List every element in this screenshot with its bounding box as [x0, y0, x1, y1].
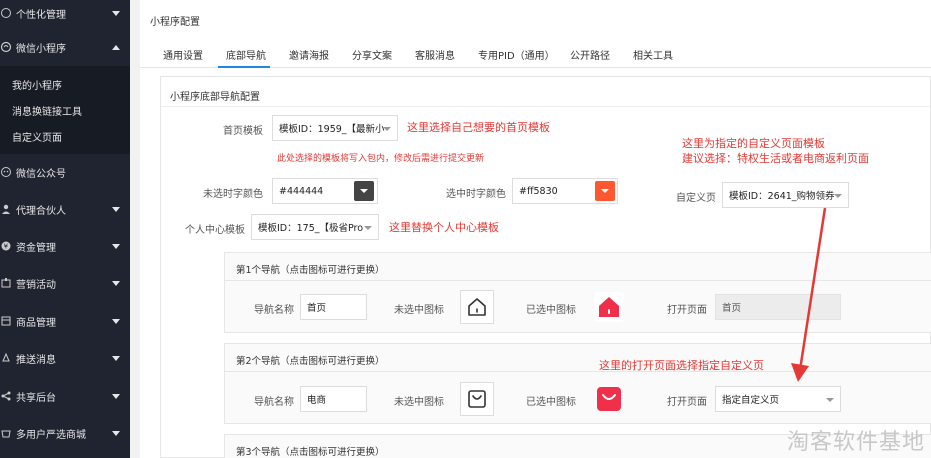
- sidebar-subitem-custom-page[interactable]: 自定义页面: [12, 129, 62, 144]
- chevron-down-icon: [112, 318, 120, 324]
- chevron-down-icon: [112, 206, 120, 212]
- sidebar-item-partner[interactable]: 代理合伙人: [0, 196, 130, 222]
- sidebar-item-label: 个性化管理: [16, 9, 66, 21]
- partner-icon: [0, 203, 12, 215]
- svg-text:¥: ¥: [4, 243, 9, 251]
- sidebar-subitem-link-tool[interactable]: 消息换链接工具: [12, 103, 82, 118]
- watermark: 淘客软件基地: [786, 430, 925, 455]
- sidebar-item-miniprogram[interactable]: 微信小程序: [0, 34, 130, 60]
- mall-icon: [0, 427, 12, 439]
- sidebar-item-label: 多用户严选商城: [16, 429, 86, 441]
- sidebar-item-label: 代理合伙人: [16, 205, 66, 217]
- sidebar-item-wechat-official[interactable]: 微信公众号: [0, 159, 130, 185]
- sidebar-item-label: 共享后台: [16, 392, 56, 404]
- chevron-down-icon: [112, 355, 120, 361]
- sidebar-item-label: 微信公众号: [16, 168, 66, 180]
- goods-icon: [0, 315, 12, 327]
- chevron-down-icon: [112, 243, 120, 249]
- main-content: 小程序配置 通用设置 底部导航 邀请海报 分享文案 客服消息 专用PID（通用）…: [140, 0, 931, 458]
- sidebar-item-personalization[interactable]: 个性化管理: [0, 0, 130, 26]
- chevron-down-icon: [112, 393, 120, 399]
- chevron-down-icon: [112, 10, 120, 16]
- sidebar-item-share[interactable]: 共享后台: [0, 383, 130, 409]
- chevron-up-icon: [112, 44, 120, 50]
- sidebar-item-mall[interactable]: 多用户严选商城: [0, 420, 130, 446]
- chevron-down-icon: [112, 430, 120, 436]
- annotation-arrow: [791, 207, 827, 382]
- sidebar-item-label: 微信小程序: [16, 43, 66, 55]
- chevron-down-icon: [112, 280, 120, 286]
- sidebar-item-money[interactable]: ¥ 资金管理: [0, 233, 130, 259]
- sidebar-item-label: 营销活动: [16, 279, 56, 291]
- sidebar-item-marketing[interactable]: 营销活动: [0, 270, 130, 296]
- sidebar-submenu: 我的小程序 消息换链接工具 自定义页面: [0, 66, 130, 154]
- sidebar-item-push[interactable]: 推送消息: [0, 345, 130, 371]
- sidebar-item-label: 推送消息: [16, 354, 56, 366]
- miniprogram-icon: [0, 41, 12, 53]
- money-icon: ¥: [0, 240, 12, 252]
- sidebar-subitem-my-miniprogram[interactable]: 我的小程序: [12, 77, 62, 92]
- sidebar-item-label: 商品管理: [16, 317, 56, 329]
- share-icon: [0, 390, 12, 402]
- sidebar-item-label: 资金管理: [16, 242, 56, 254]
- palette-icon: [0, 7, 12, 19]
- sidebar: 个性化管理 微信小程序 我的小程序 消息换链接工具 自定义页面 微信公众号 代理…: [0, 0, 130, 458]
- sidebar-item-goods[interactable]: 商品管理: [0, 308, 130, 334]
- push-icon: [0, 352, 12, 364]
- wechat-icon: [0, 166, 12, 178]
- marketing-icon: [0, 277, 12, 289]
